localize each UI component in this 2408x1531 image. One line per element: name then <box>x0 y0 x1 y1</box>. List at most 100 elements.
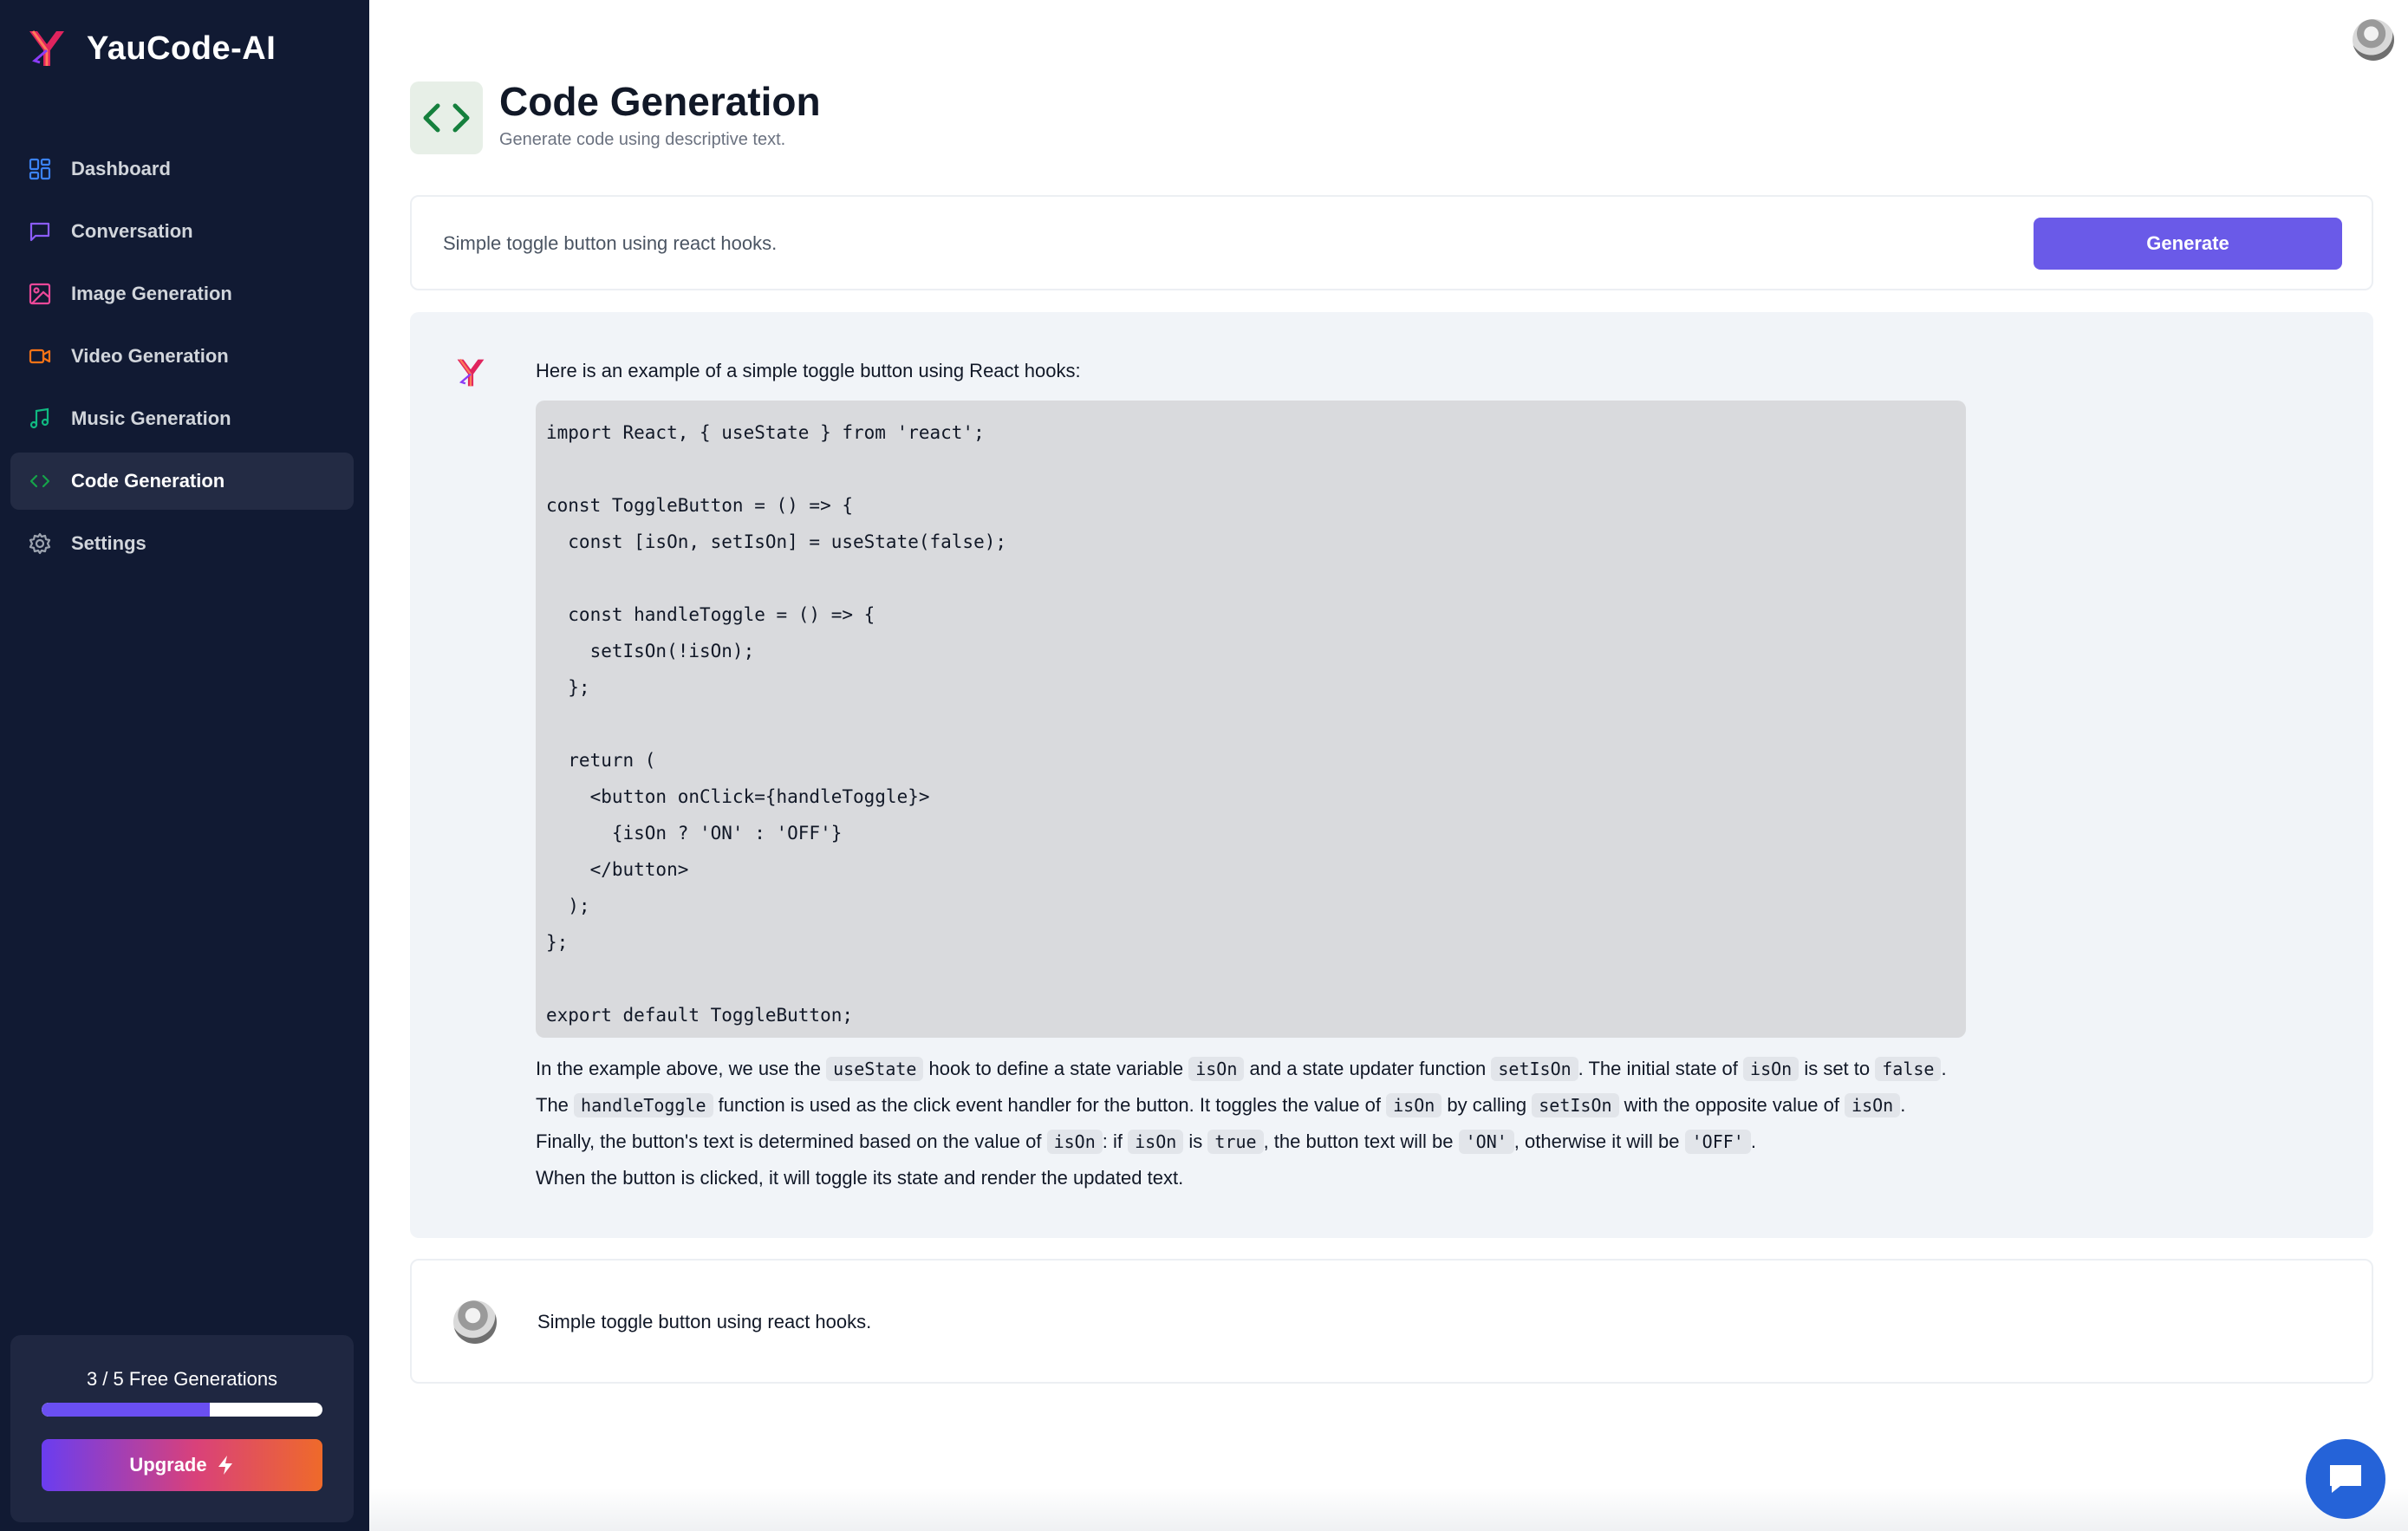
code-line: {isOn ? 'ON' : 'OFF'} <box>546 823 843 844</box>
code-icon <box>410 81 483 154</box>
inline-code: isOn <box>1386 1093 1442 1117</box>
bottom-fade <box>369 1488 2408 1531</box>
explanation-text: . The initial state of <box>1578 1058 1744 1079</box>
page-subtitle: Generate code using descriptive text. <box>499 130 786 149</box>
code-line: }; <box>546 932 569 953</box>
inline-code: isOn <box>1128 1130 1184 1154</box>
code-line: ); <box>546 896 590 916</box>
sidebar: YauCode-AI Dashboard Conversation Image … <box>0 0 369 1531</box>
sidebar-item-music-generation[interactable]: Music Generation <box>10 390 354 447</box>
brand-name: YauCode-AI <box>87 29 277 67</box>
sidebar-item-conversation[interactable]: Conversation <box>10 203 354 260</box>
sidebar-item-label: Video Generation <box>71 345 229 367</box>
response-explanation: In the example above, we use the useStat… <box>536 1051 2009 1196</box>
inline-code: isOn <box>1845 1093 1901 1117</box>
sidebar-item-code-generation[interactable]: Code Generation <box>10 453 354 510</box>
inline-code: true <box>1207 1130 1264 1154</box>
chat-icon <box>28 219 52 244</box>
code-line: const [isOn, setIsOn] = useState(false); <box>546 531 1007 552</box>
prompt-form: Generate <box>410 195 2373 290</box>
explanation-text: Finally, the button's text is determined… <box>536 1130 1047 1152</box>
inline-code: handleToggle <box>574 1093 713 1117</box>
upgrade-button[interactable]: Upgrade <box>42 1439 322 1491</box>
quota-progress-bar <box>42 1403 322 1417</box>
explanation-line: The handleToggle function is used as the… <box>536 1087 2009 1124</box>
sidebar-item-label: Settings <box>71 532 146 554</box>
explanation-text: . <box>1941 1058 1947 1079</box>
explanation-line: In the example above, we use the useStat… <box>536 1051 2009 1087</box>
inline-code: useState <box>826 1057 924 1081</box>
sidebar-item-label: Music Generation <box>71 407 231 429</box>
page-title: Code Generation <box>499 79 821 124</box>
sidebar-item-dashboard[interactable]: Dashboard <box>10 140 354 198</box>
explanation-text: In the example above, we use the <box>536 1058 827 1079</box>
user-avatar[interactable] <box>2353 19 2394 61</box>
sidebar-nav: Dashboard Conversation Image Generation … <box>10 140 354 577</box>
avatar <box>453 1300 497 1344</box>
quota-text: 3 / 5 Free Generations <box>86 1368 278 1390</box>
music-icon <box>28 407 52 431</box>
code-icon <box>28 469 52 493</box>
code-line: export default ToggleButton; <box>546 1005 854 1026</box>
gear-icon <box>28 531 52 556</box>
explanation-line: Finally, the button's text is determined… <box>536 1124 2009 1160</box>
chat-support-button[interactable] <box>2306 1439 2385 1519</box>
inline-code: isOn <box>1743 1057 1799 1081</box>
prompt-input[interactable] <box>443 228 2090 259</box>
code-line: return ( <box>546 750 656 771</box>
video-icon <box>28 344 52 368</box>
explanation-text: and a state updater function <box>1244 1058 1492 1079</box>
user-message-card: Simple toggle button using react hooks. <box>410 1259 2373 1384</box>
sidebar-item-settings[interactable]: Settings <box>10 515 354 572</box>
sidebar-item-image-generation[interactable]: Image Generation <box>10 265 354 322</box>
code-line: }; <box>546 677 590 698</box>
response-intro: Here is an example of a simple toggle bu… <box>536 360 1081 381</box>
generate-button[interactable]: Generate <box>2034 218 2342 270</box>
user-message-text: Simple toggle button using react hooks. <box>537 1311 872 1332</box>
inline-code: setIsOn <box>1491 1057 1578 1081</box>
sidebar-item-label: Dashboard <box>71 158 171 179</box>
code-line: const handleToggle = () => { <box>546 604 875 625</box>
upgrade-label: Upgrade <box>129 1454 207 1476</box>
explanation-text: : if <box>1102 1130 1129 1152</box>
image-icon <box>28 282 52 306</box>
explanation-text: is set to <box>1799 1058 1876 1079</box>
explanation-text: by calling <box>1442 1094 1533 1116</box>
code-line: </button> <box>546 859 689 880</box>
sidebar-item-video-generation[interactable]: Video Generation <box>10 328 354 385</box>
explanation-text: . <box>1750 1130 1756 1152</box>
inline-code: isOn <box>1188 1057 1245 1081</box>
yaucode-logo-icon <box>457 358 485 387</box>
sidebar-item-label: Code Generation <box>71 470 225 492</box>
dashboard-icon <box>28 157 52 181</box>
code-line: const ToggleButton = () => { <box>546 495 854 516</box>
inline-code: false <box>1875 1057 1942 1081</box>
inline-code: setIsOn <box>1532 1093 1619 1117</box>
sidebar-item-label: Conversation <box>71 220 193 242</box>
explanation-text: . <box>1900 1094 1906 1116</box>
explanation-text: is <box>1183 1130 1208 1152</box>
code-block[interactable]: import React, { useState } from 'react';… <box>536 401 1966 1038</box>
free-generations-card: 3 / 5 Free Generations Upgrade <box>10 1335 354 1522</box>
explanation-text: , otherwise it will be <box>1513 1130 1685 1152</box>
yaucode-logo-icon <box>29 30 64 66</box>
brand[interactable]: YauCode-AI <box>24 26 276 71</box>
quota-progress-fill <box>42 1403 211 1417</box>
lightning-icon <box>218 1456 232 1475</box>
explanation-text: The <box>536 1094 575 1116</box>
explanation-text: When the button is clicked, it will togg… <box>536 1167 1184 1189</box>
inline-code: isOn <box>1046 1130 1103 1154</box>
explanation-text: , the button text will be <box>1263 1130 1459 1152</box>
sidebar-item-label: Image Generation <box>71 283 232 304</box>
ai-response-card: Here is an example of a simple toggle bu… <box>410 312 2373 1238</box>
code-line: import React, { useState } from 'react'; <box>546 422 985 443</box>
code-line: setIsOn(!isOn); <box>546 641 755 661</box>
explanation-text: with the opposite value of <box>1618 1094 1845 1116</box>
inline-code: 'ON' <box>1458 1130 1514 1154</box>
explanation-text: hook to define a state variable <box>923 1058 1189 1079</box>
explanation-text: function is used as the click event hand… <box>713 1094 1387 1116</box>
